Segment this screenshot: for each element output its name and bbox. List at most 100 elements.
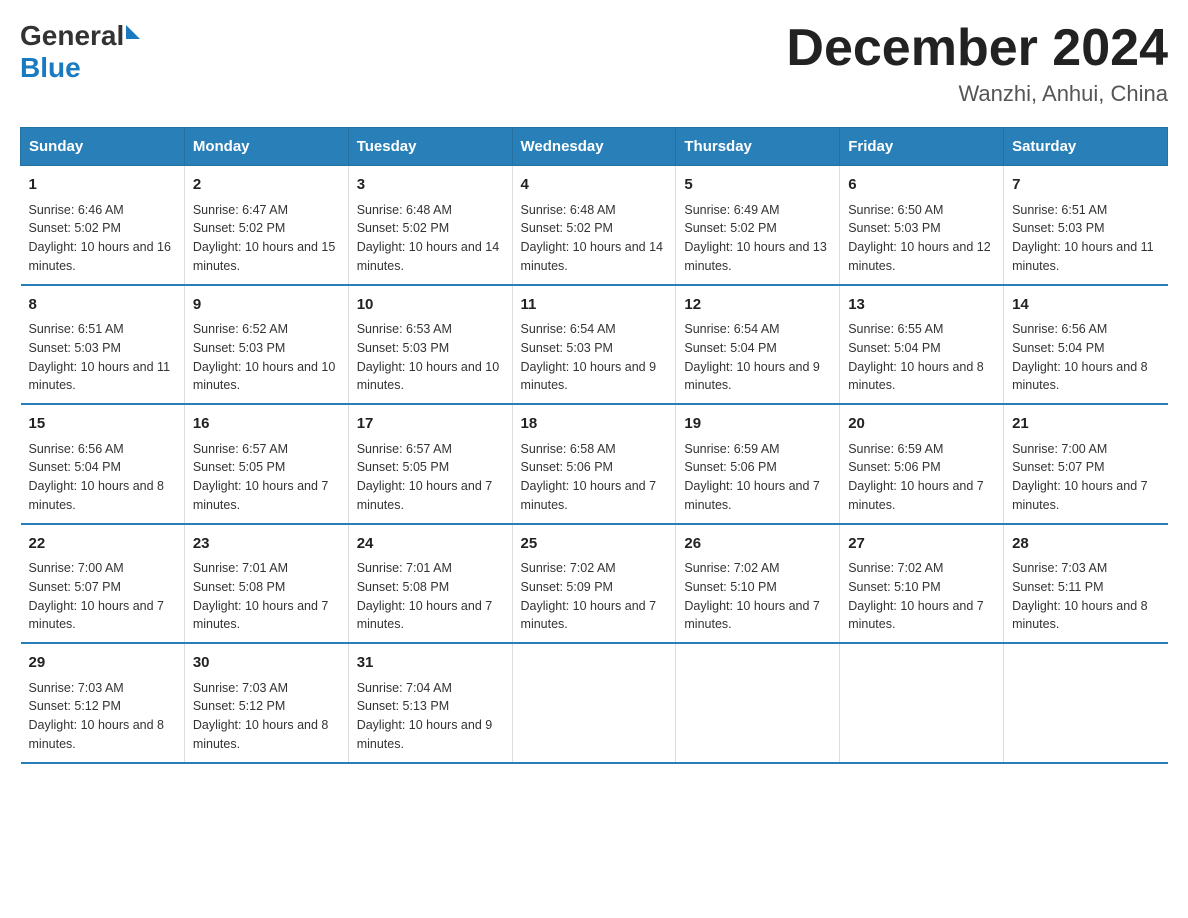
- sunset-label: Sunset: 5:03 PM: [357, 341, 449, 355]
- daylight-label: Daylight: 10 hours and 13 minutes.: [684, 240, 826, 273]
- sunrise-label: Sunrise: 6:56 AM: [1012, 322, 1107, 336]
- sunrise-label: Sunrise: 6:57 AM: [193, 442, 288, 456]
- calendar-cell: 22Sunrise: 7:00 AMSunset: 5:07 PMDayligh…: [21, 524, 185, 644]
- sunset-label: Sunset: 5:06 PM: [521, 460, 613, 474]
- calendar-cell: 4Sunrise: 6:48 AMSunset: 5:02 PMDaylight…: [512, 166, 676, 285]
- day-number: 11: [521, 294, 668, 317]
- calendar-cell: 7Sunrise: 6:51 AMSunset: 5:03 PMDaylight…: [1004, 166, 1168, 285]
- daylight-label: Daylight: 10 hours and 14 minutes.: [357, 240, 499, 273]
- month-title: December 2024: [786, 20, 1168, 77]
- day-number: 17: [357, 413, 504, 436]
- sunrise-label: Sunrise: 6:48 AM: [357, 203, 452, 217]
- sunrise-label: Sunrise: 6:52 AM: [193, 322, 288, 336]
- location-title: Wanzhi, Anhui, China: [786, 81, 1168, 107]
- weekday-header-thursday: Thursday: [676, 128, 840, 166]
- day-number: 31: [357, 652, 504, 675]
- day-number: 22: [29, 533, 176, 556]
- daylight-label: Daylight: 10 hours and 8 minutes.: [1012, 599, 1148, 632]
- day-number: 29: [29, 652, 176, 675]
- daylight-label: Daylight: 10 hours and 12 minutes.: [848, 240, 990, 273]
- weekday-header-tuesday: Tuesday: [348, 128, 512, 166]
- sunset-label: Sunset: 5:05 PM: [193, 460, 285, 474]
- sunset-label: Sunset: 5:03 PM: [848, 221, 940, 235]
- sunrise-label: Sunrise: 6:59 AM: [848, 442, 943, 456]
- day-number: 15: [29, 413, 176, 436]
- sunrise-label: Sunrise: 6:51 AM: [1012, 203, 1107, 217]
- daylight-label: Daylight: 10 hours and 7 minutes.: [848, 479, 984, 512]
- weekday-header-friday: Friday: [840, 128, 1004, 166]
- daylight-label: Daylight: 10 hours and 8 minutes.: [193, 718, 329, 751]
- weekday-header-wednesday: Wednesday: [512, 128, 676, 166]
- day-number: 25: [521, 533, 668, 556]
- calendar-cell: 31Sunrise: 7:04 AMSunset: 5:13 PMDayligh…: [348, 643, 512, 763]
- weekday-header-monday: Monday: [184, 128, 348, 166]
- calendar-cell: 13Sunrise: 6:55 AMSunset: 5:04 PMDayligh…: [840, 285, 1004, 405]
- daylight-label: Daylight: 10 hours and 7 minutes.: [521, 479, 657, 512]
- calendar-week-5: 29 Sunrise: 7:03 AM Sunset: 5:12 PM Dayligh…: [21, 643, 1168, 763]
- weekday-header-sunday: Sunday: [21, 128, 185, 166]
- sunrise-label: Sunrise: 7:03 AM: [193, 681, 288, 695]
- sunset-label: Sunset: 5:07 PM: [1012, 460, 1104, 474]
- daylight-label: Daylight: 10 hours and 11 minutes.: [29, 360, 171, 393]
- daylight-label: Daylight: 10 hours and 8 minutes.: [29, 479, 165, 512]
- weekday-header-saturday: Saturday: [1004, 128, 1168, 166]
- calendar-cell: [840, 643, 1004, 763]
- calendar-cell: 17Sunrise: 6:57 AMSunset: 5:05 PMDayligh…: [348, 404, 512, 524]
- sunset-label: Sunset: 5:11 PM: [1012, 580, 1104, 594]
- day-number: 10: [357, 294, 504, 317]
- sunrise-label: Sunrise: 6:48 AM: [521, 203, 616, 217]
- daylight-label: Daylight: 10 hours and 7 minutes.: [684, 599, 820, 632]
- calendar-cell: [676, 643, 840, 763]
- calendar-table: SundayMondayTuesdayWednesdayThursdayFrid…: [20, 127, 1168, 764]
- sunset-label: Sunset: 5:05 PM: [357, 460, 449, 474]
- sunrise-label: Sunrise: 6:51 AM: [29, 322, 124, 336]
- daylight-label: Daylight: 10 hours and 15 minutes.: [193, 240, 335, 273]
- sunrise-label: Sunrise: 7:01 AM: [357, 561, 452, 575]
- day-number: 16: [193, 413, 340, 436]
- sunrise-label: Sunrise: 6:49 AM: [684, 203, 779, 217]
- sunset-label: Sunset: 5:06 PM: [684, 460, 776, 474]
- daylight-label: Daylight: 10 hours and 16 minutes.: [29, 240, 171, 273]
- day-number: 24: [357, 533, 504, 556]
- sunset-label: Sunset: 5:04 PM: [1012, 341, 1104, 355]
- daylight-label: Daylight: 10 hours and 7 minutes.: [357, 479, 493, 512]
- sunrise-label: Sunrise: 6:53 AM: [357, 322, 452, 336]
- calendar-cell: 10Sunrise: 6:53 AMSunset: 5:03 PMDayligh…: [348, 285, 512, 405]
- calendar-week-3: 15 Sunrise: 6:56 AM Sunset: 5:04 PM Dayligh…: [21, 404, 1168, 524]
- sunset-label: Sunset: 5:04 PM: [29, 460, 121, 474]
- day-number: 5: [684, 174, 831, 197]
- sunrise-label: Sunrise: 6:46 AM: [29, 203, 124, 217]
- sunrise-label: Sunrise: 6:54 AM: [684, 322, 779, 336]
- daylight-label: Daylight: 10 hours and 7 minutes.: [193, 599, 329, 632]
- day-number: 8: [29, 294, 176, 317]
- calendar-week-2: 8 Sunrise: 6:51 AM Sunset: 5:03 PM Daylight…: [21, 285, 1168, 405]
- sunrise-label: Sunrise: 6:56 AM: [29, 442, 124, 456]
- sunset-label: Sunset: 5:10 PM: [848, 580, 940, 594]
- calendar-cell: 18Sunrise: 6:58 AMSunset: 5:06 PMDayligh…: [512, 404, 676, 524]
- day-number: 20: [848, 413, 995, 436]
- calendar-cell: 8Sunrise: 6:51 AMSunset: 5:03 PMDaylight…: [21, 285, 185, 405]
- calendar-cell: 9Sunrise: 6:52 AMSunset: 5:03 PMDaylight…: [184, 285, 348, 405]
- calendar-cell: 30 Sunrise: 7:03 AM Sunset: 5:12 PM Dayligh…: [184, 643, 348, 763]
- sunset-label: Sunset: 5:02 PM: [357, 221, 449, 235]
- sunset-label: Sunset: 5:12 PM: [29, 699, 121, 713]
- calendar-cell: 20Sunrise: 6:59 AMSunset: 5:06 PMDayligh…: [840, 404, 1004, 524]
- sunrise-label: Sunrise: 6:47 AM: [193, 203, 288, 217]
- day-number: 30: [193, 652, 340, 675]
- calendar-cell: 25Sunrise: 7:02 AMSunset: 5:09 PMDayligh…: [512, 524, 676, 644]
- daylight-label: Daylight: 10 hours and 9 minutes.: [684, 360, 820, 393]
- day-number: 13: [848, 294, 995, 317]
- calendar-cell: 11Sunrise: 6:54 AMSunset: 5:03 PMDayligh…: [512, 285, 676, 405]
- logo-triangle-icon: [126, 25, 140, 39]
- day-number: 28: [1012, 533, 1159, 556]
- sunset-label: Sunset: 5:04 PM: [684, 341, 776, 355]
- sunset-label: Sunset: 5:13 PM: [357, 699, 449, 713]
- daylight-label: Daylight: 10 hours and 8 minutes.: [848, 360, 984, 393]
- sunset-label: Sunset: 5:02 PM: [193, 221, 285, 235]
- sunrise-label: Sunrise: 7:03 AM: [1012, 561, 1107, 575]
- sunset-label: Sunset: 5:12 PM: [193, 699, 285, 713]
- calendar-cell: 3Sunrise: 6:48 AMSunset: 5:02 PMDaylight…: [348, 166, 512, 285]
- calendar-cell: 23Sunrise: 7:01 AMSunset: 5:08 PMDayligh…: [184, 524, 348, 644]
- daylight-label: Daylight: 10 hours and 9 minutes.: [357, 718, 493, 751]
- calendar-cell: 15 Sunrise: 6:56 AM Sunset: 5:04 PM Dayligh…: [21, 404, 185, 524]
